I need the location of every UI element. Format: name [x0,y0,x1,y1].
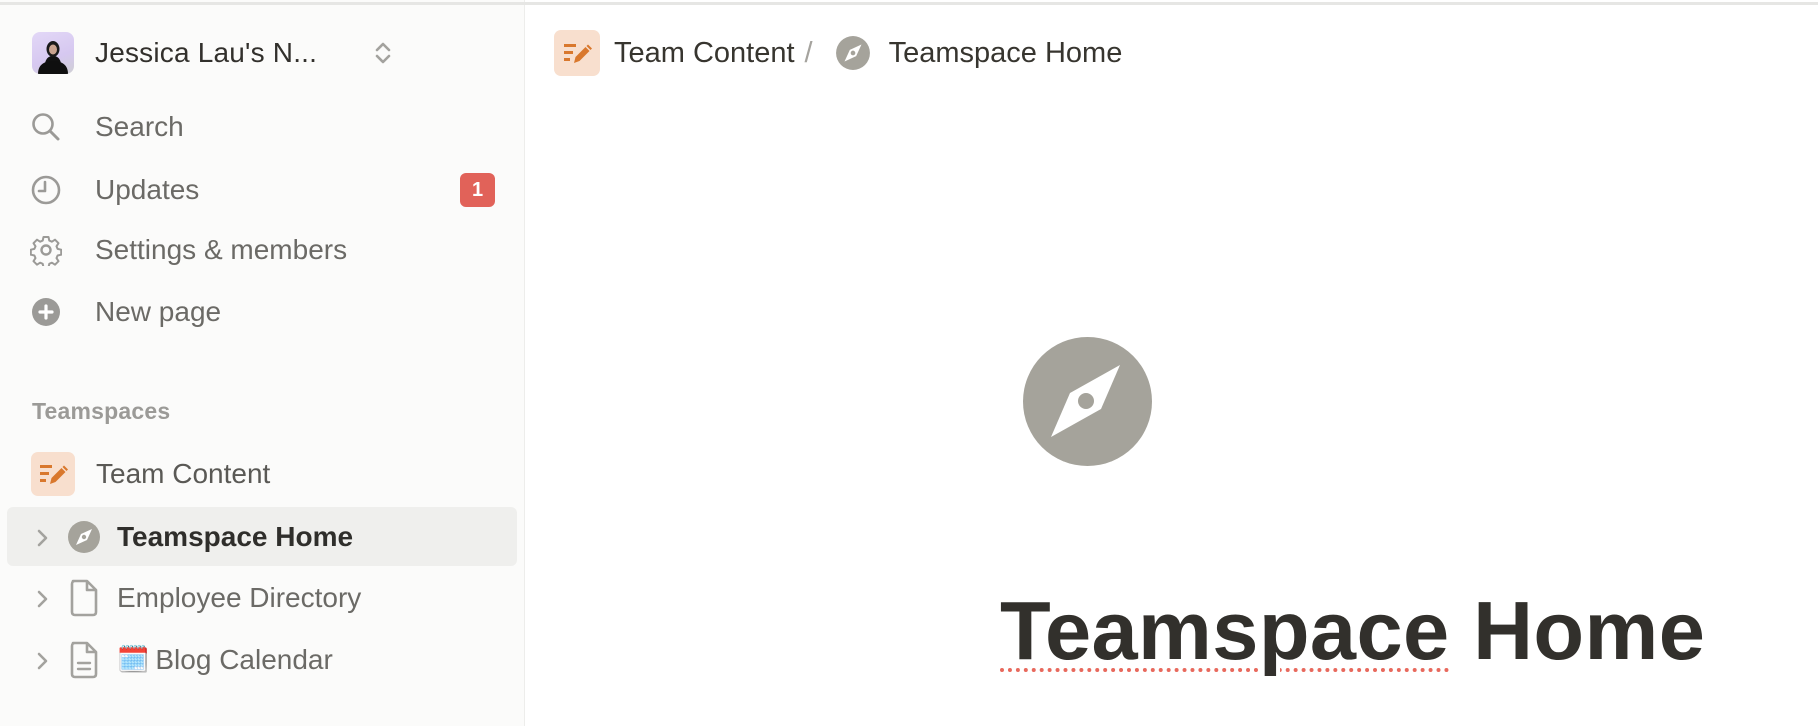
sidebar-item-updates[interactable]: Updates 1 [31,168,497,212]
teamspaces-section-title[interactable]: Teamspaces [32,398,170,425]
teamspace-label: Team Content [96,458,271,489]
user-avatar [32,32,74,74]
chevron-right-icon[interactable] [37,652,49,670]
sidebar: Jessica Lau's N... Search Updates 1 Sett… [0,0,525,726]
page-label: Teamspace Home [117,520,354,552]
sidebar-item-label: Updates [95,174,200,205]
breadcrumb-label: Teamspace Home [888,36,1123,69]
sidebar-item-new-page[interactable]: New page [32,290,497,334]
page-label-text: Blog Calendar [155,643,333,675]
search-icon [26,107,66,147]
sidebar-page-employee-directory[interactable]: Employee Directory [7,568,517,627]
edit-lines-icon [554,30,600,76]
document-icon [67,579,101,617]
page-label: Employee Directory [117,581,362,613]
sidebar-item-team-content[interactable]: Team Content [31,452,270,496]
calendar-emoji-icon: 🗓️ [117,644,150,675]
chevron-right-icon[interactable] [37,529,49,547]
sidebar-item-settings[interactable]: Settings & members [30,228,497,272]
breadcrumb-label: Team Content [614,36,795,69]
page-title-misspelled-word: Teamspace [1000,584,1450,677]
page-title[interactable]: Teamspace Home [1000,583,1705,679]
chevron-up-down-icon [373,40,393,66]
sidebar-page-blog-calendar[interactable]: 🗓️ Blog Calendar [7,630,517,689]
sidebar-item-label: Search [95,111,184,142]
document-text-icon [67,641,101,679]
main-content: Team Content / Teamspace Home Teamspace … [526,0,1818,726]
notification-badge: 1 [460,173,495,207]
sidebar-page-teamspace-home[interactable]: Teamspace Home [7,507,517,566]
breadcrumb-team-content[interactable]: Team Content [554,30,795,76]
compass-icon [835,35,871,71]
workspace-switcher[interactable]: Jessica Lau's N... [32,32,391,74]
clock-icon [26,170,66,210]
sidebar-item-label: New page [95,296,222,327]
workspace-name: Jessica Lau's N... [95,37,318,68]
page-title-rest: Home [1449,584,1706,677]
breadcrumb: Team Content / Teamspace Home [554,30,1122,76]
breadcrumb-separator: / [804,36,813,69]
compass-icon [67,518,101,556]
page-label: 🗓️ Blog Calendar [117,644,333,676]
chevron-right-icon[interactable] [37,590,49,608]
breadcrumb-teamspace-home[interactable]: Teamspace Home [835,35,1123,71]
plus-circle-icon [26,292,66,332]
window-top-border [0,2,1818,5]
sidebar-item-label: Settings & members [95,234,348,265]
gear-icon [26,230,66,270]
compass-icon[interactable] [1023,337,1152,466]
edit-lines-icon [31,452,75,496]
sidebar-item-search[interactable]: Search [32,105,497,149]
